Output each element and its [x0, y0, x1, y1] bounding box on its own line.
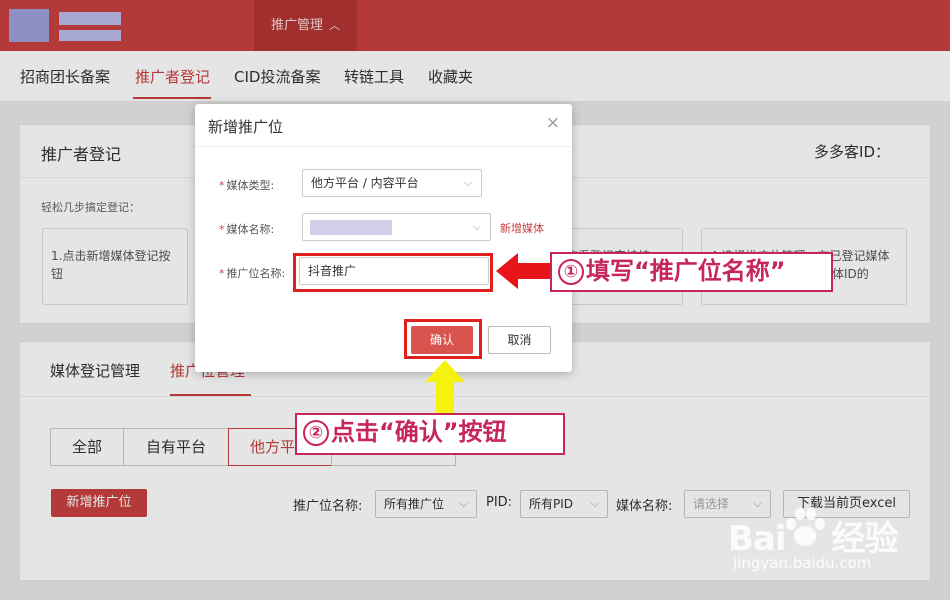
highlight-pos-name-input — [293, 253, 493, 292]
media-type-label: * 媒体类型: — [219, 179, 275, 192]
media-type-value: 他方平台 / 内容平台 — [311, 176, 419, 190]
baidu-jingyan-watermark: Bai 经验 jingyan.baidu.com — [728, 506, 938, 586]
media-name-select[interactable]: ⌵ — [302, 213, 491, 241]
paw-icon — [786, 508, 825, 546]
step-number-2: ② — [303, 420, 329, 446]
arrow-up-icon — [425, 360, 465, 414]
highlight-confirm-button — [404, 319, 482, 359]
pos-name-label: * 推广位名称: — [219, 267, 286, 280]
media-name-value-blurred — [310, 220, 392, 235]
chevron-down-icon: ⌵ — [463, 176, 472, 189]
new-media-link[interactable]: 新增媒体 — [500, 220, 544, 236]
modal-title: 新增推广位 — [208, 118, 284, 136]
add-promo-position-modal: 新增推广位 × * 媒体类型: 他方平台 / 内容平台 ⌵ * 媒体名称: ⌵ 新增… — [195, 104, 572, 372]
watermark-url: jingyan.baidu.com — [733, 554, 872, 572]
chevron-down-icon: ⌵ — [472, 220, 481, 233]
close-icon[interactable]: × — [546, 113, 560, 133]
divider — [195, 146, 572, 147]
step-number-1: ① — [558, 259, 584, 285]
media-name-label: * 媒体名称: — [219, 223, 275, 236]
cancel-button[interactable]: 取消 — [488, 326, 551, 354]
callout-1-text: 填写“推广位名称” — [586, 257, 786, 285]
media-type-select[interactable]: 他方平台 / 内容平台 ⌵ — [302, 169, 482, 197]
callout-2-text: 点击“确认”按钮 — [331, 418, 507, 446]
callout-click-confirm: ② 点击“确认”按钮 — [295, 413, 565, 455]
arrow-left-icon — [496, 253, 552, 289]
callout-fill-pos-name: ① 填写“推广位名称” — [550, 252, 833, 292]
